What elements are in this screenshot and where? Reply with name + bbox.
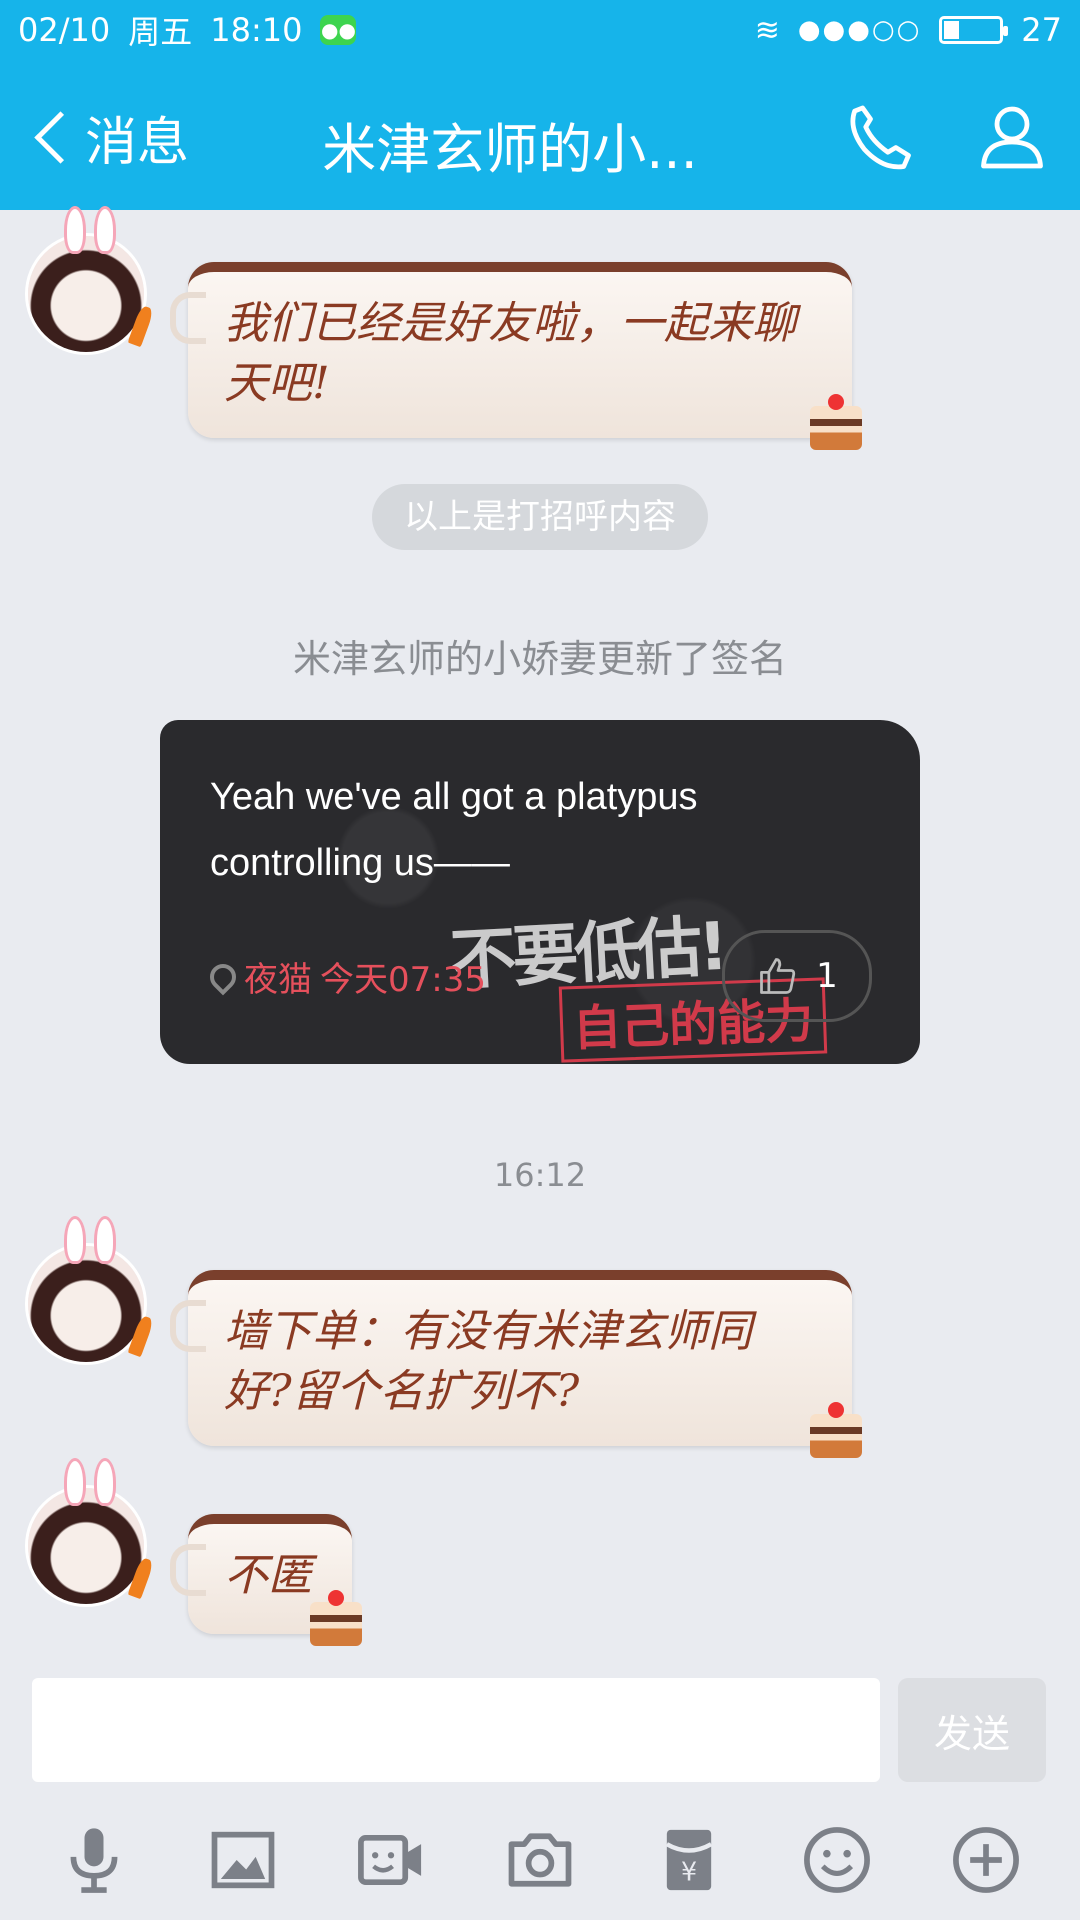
message-text: 不匿: [224, 1550, 312, 1601]
status-weekday: 周五: [128, 13, 193, 51]
chat-timestamp: 16:12: [493, 1156, 587, 1194]
plus-icon[interactable]: [944, 1818, 1028, 1902]
message-bubble[interactable]: 不匿: [170, 1514, 362, 1646]
like-count: 1: [816, 956, 838, 996]
signature-card[interactable]: Yeah we've all got a platypus controllin…: [160, 720, 920, 1064]
composer-bar: 发送: [0, 1672, 1080, 1792]
status-date: 02/10: [18, 11, 111, 49]
greeting-divider: 以上是打招呼内容: [372, 484, 708, 550]
nav-bar: 消息 米津玄师的小...: [0, 60, 1080, 210]
status-left: 02/10 周五 18:10 ●●: [18, 7, 357, 53]
signature-location: 夜猫: [244, 960, 312, 1000]
microphone-icon-graphic: [70, 1828, 118, 1893]
bunny-ear-right: [94, 206, 116, 254]
contact-avatar[interactable]: [28, 1216, 155, 1362]
bunny-ear-left: [64, 1458, 86, 1506]
chevron-left-icon: [34, 111, 87, 164]
cake-icon: [810, 394, 862, 450]
signature-meta: 夜猫 今天07:35: [204, 952, 486, 1001]
status-right: ≋ ●●●○○ 27: [755, 11, 1062, 49]
message-text: 我们已经是好友啦，一起来聊天吧!: [224, 298, 796, 409]
cake-icon: [810, 1402, 862, 1458]
camera-icon[interactable]: [498, 1818, 582, 1902]
input-toolbar: ¥: [0, 1810, 1080, 1910]
send-button[interactable]: 发送: [898, 1678, 1046, 1782]
contact-avatar[interactable]: [28, 206, 155, 352]
battery-icon: [939, 16, 1009, 44]
signal-icon: ●●●○○: [797, 15, 922, 45]
carrot-decoration: [127, 1314, 155, 1358]
microphone-icon[interactable]: [52, 1818, 136, 1902]
back-label: 消息: [85, 113, 190, 173]
carrot-decoration: [127, 304, 155, 348]
emoji-icon[interactable]: [795, 1818, 879, 1902]
video-chat-icon[interactable]: [349, 1818, 433, 1902]
emoji-icon-graphic: [804, 1827, 871, 1893]
message-text: 墙下单：有没有米津玄师同好?留个名扩列不?: [224, 1306, 752, 1417]
plus-icon-graphic: [952, 1827, 1019, 1893]
bunny-ear-left: [64, 206, 86, 254]
back-button[interactable]: 消息: [28, 100, 189, 175]
status-time: 18:10: [210, 11, 303, 49]
video-chat-icon-graphic: [358, 1834, 422, 1886]
cake-icon: [310, 1590, 362, 1646]
red-packet-icon-graphic: ¥: [665, 1829, 712, 1891]
image-icon-graphic: [211, 1831, 275, 1889]
carrot-decoration: [127, 1556, 155, 1600]
signature-time: 今天07:35: [320, 960, 486, 1000]
bubble-handle-decoration: [170, 1544, 206, 1596]
image-icon[interactable]: [201, 1818, 285, 1902]
bubble-handle-decoration: [170, 1300, 206, 1352]
signature-update-notice: 米津玄师的小娇妻更新了签名: [292, 637, 787, 681]
bubble-handle-decoration: [170, 292, 206, 344]
svg-text:¥: ¥: [680, 1857, 696, 1887]
contact-avatar[interactable]: [28, 1458, 155, 1604]
bunny-ear-left: [64, 1216, 86, 1264]
like-button[interactable]: 1: [722, 930, 872, 1022]
message-input[interactable]: [32, 1678, 880, 1782]
camera-icon-graphic: [508, 1833, 572, 1887]
wechat-notification-icon: ●●: [320, 15, 357, 45]
battery-fill: [944, 21, 960, 39]
bunny-ear-right: [94, 1458, 116, 1506]
phone-call-icon[interactable]: [842, 100, 918, 176]
bunny-ear-right: [94, 1216, 116, 1264]
thumbs-up-icon: [760, 958, 796, 994]
red-packet-icon[interactable]: ¥: [647, 1818, 731, 1902]
chat-title: 米津玄师的小...: [322, 118, 698, 181]
location-pin-icon: [204, 958, 242, 995]
status-bar: 02/10 周五 18:10 ●● ≋ ●●●○○ 27: [0, 0, 1080, 60]
message-bubble[interactable]: 我们已经是好友啦，一起来聊天吧!: [170, 262, 862, 450]
signature-text: Yeah we've all got a platypus controllin…: [210, 776, 698, 884]
profile-icon[interactable]: [976, 98, 1048, 174]
battery-level: 27: [1021, 11, 1062, 49]
message-bubble[interactable]: 墙下单：有没有米津玄师同好?留个名扩列不?: [170, 1270, 862, 1458]
wifi-icon: ≋: [754, 12, 780, 48]
